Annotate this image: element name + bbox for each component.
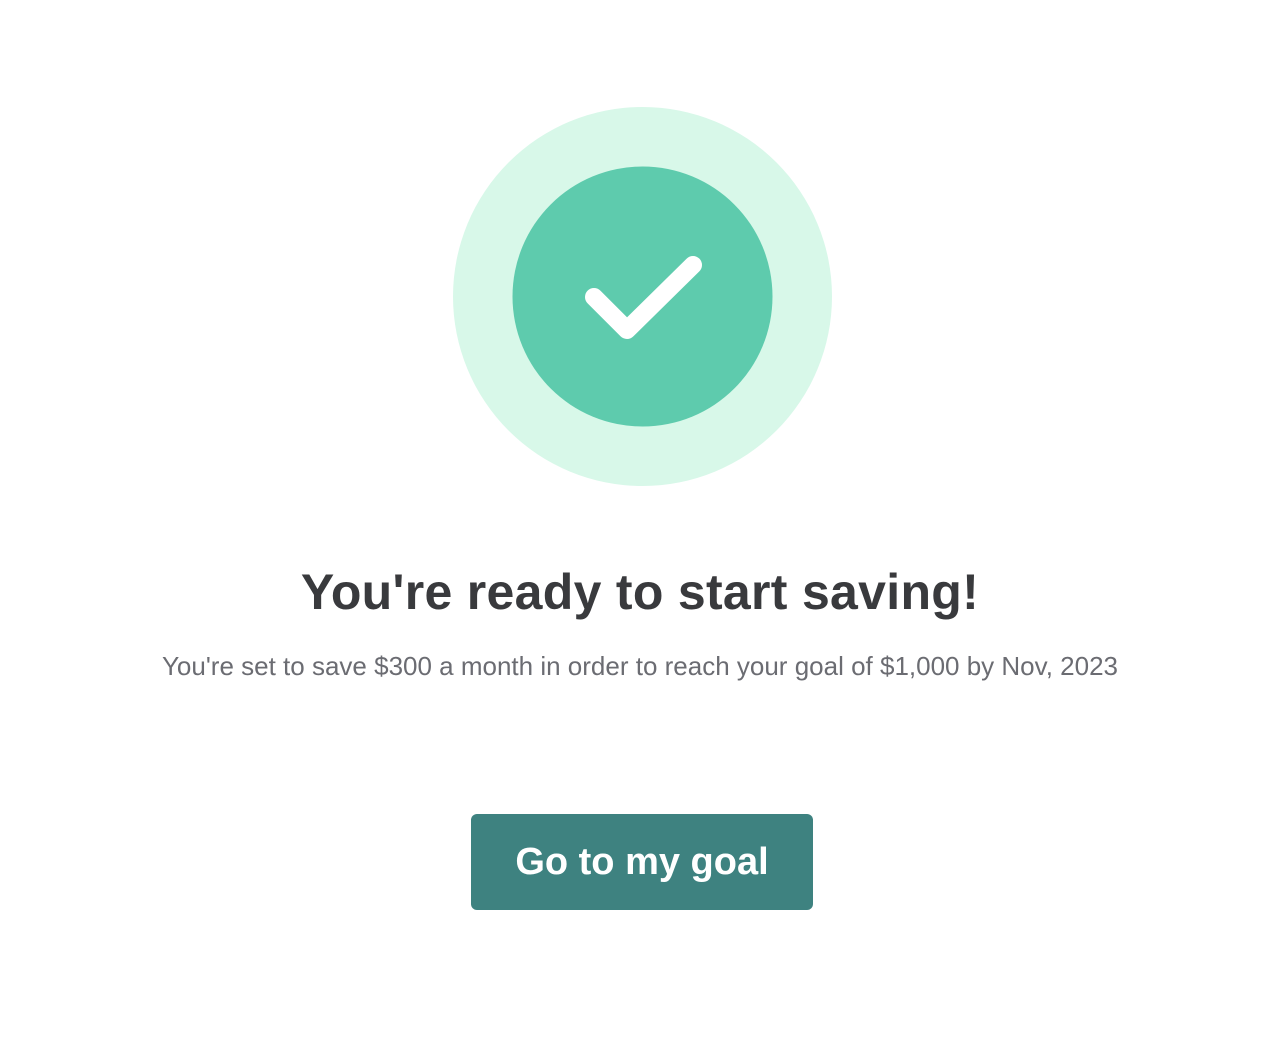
checkmark-icon [453,107,832,486]
savings-summary: You're set to save $300 a month in order… [161,651,1119,681]
inner-circle [512,166,773,427]
confirmation-page: You're ready to start saving! You're set… [0,0,1280,1048]
page-title: You're ready to start saving! [300,564,980,620]
go-to-goal-button[interactable]: Go to my goal [471,814,813,910]
success-badge [453,107,832,486]
